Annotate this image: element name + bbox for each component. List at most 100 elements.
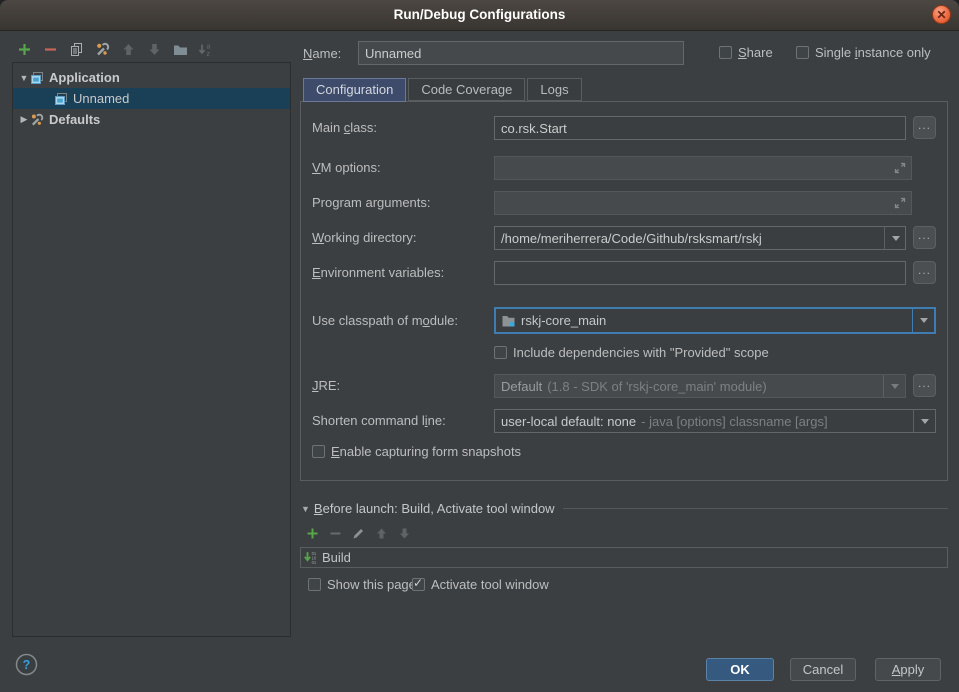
tree-item-unnamed[interactable]: Unnamed [13, 88, 290, 109]
environment-variables-browse-button[interactable]: ... [913, 261, 936, 284]
tree-item-label: Application [49, 70, 120, 85]
vm-options-label: VM options: [312, 160, 381, 175]
classpath-module-dropdown-button[interactable] [912, 309, 934, 332]
svg-text:z: z [207, 51, 211, 58]
working-directory-browse-button[interactable]: ... [913, 226, 936, 249]
show-this-page-option: Show this page [308, 577, 416, 592]
working-directory-combo [494, 226, 906, 250]
application-icon [53, 91, 69, 107]
task-move-down-icon[interactable] [397, 526, 412, 541]
edit-task-icon[interactable] [351, 526, 366, 541]
name-field-wrap [358, 41, 684, 65]
sort-alphabetically-icon[interactable]: az [197, 41, 214, 58]
program-arguments-input[interactable] [494, 191, 912, 215]
jre-label: JRE: [312, 378, 340, 393]
environment-variables-field-wrap [494, 261, 906, 285]
dropdown-arrow-icon [921, 419, 929, 424]
capture-snapshots-checkbox[interactable] [312, 445, 325, 458]
shorten-dropdown-button[interactable] [913, 410, 935, 432]
shorten-value-secondary: - java [options] classname [args] [641, 414, 827, 429]
classpath-module-label: Use classpath of module: [312, 313, 458, 328]
copy-icon[interactable] [68, 41, 85, 58]
single-instance-label: Single instance only [815, 45, 931, 60]
window-title: Run/Debug Configurations [0, 7, 959, 22]
section-divider [563, 508, 948, 509]
single-instance-checkbox[interactable] [796, 46, 809, 59]
tab-configuration[interactable]: Configuration [303, 78, 406, 102]
svg-text:a: a [207, 44, 211, 51]
before-launch-header: ▼ Before launch: Build, Activate tool wi… [301, 501, 948, 516]
working-directory-dropdown-button[interactable] [884, 226, 906, 250]
jre-combo[interactable]: Default (1.8 - SDK of 'rskj-core_main' m… [494, 374, 906, 398]
main-class-label: Main class: [312, 120, 377, 135]
cancel-button[interactable]: Cancel [790, 658, 856, 681]
jre-value-primary: Default [501, 379, 542, 394]
titlebar[interactable]: Run/Debug Configurations [0, 0, 959, 31]
dropdown-arrow-icon [892, 236, 900, 241]
shorten-value-primary: user-local default: none [501, 414, 636, 429]
share-checkbox[interactable] [719, 46, 732, 59]
move-up-icon[interactable] [120, 41, 137, 58]
tree-expanded-icon[interactable]: ▼ [19, 73, 29, 83]
show-this-page-checkbox[interactable] [308, 578, 321, 591]
share-label: Share [738, 45, 773, 60]
activate-tool-window-option: Activate tool window [412, 577, 549, 592]
remove-icon[interactable] [42, 41, 59, 58]
name-label: Name: [303, 46, 341, 61]
tree-item-label: Unnamed [73, 91, 129, 106]
single-instance-option: Single instance only [796, 45, 931, 60]
show-this-page-label: Show this page [327, 577, 416, 592]
close-button[interactable] [932, 5, 951, 24]
vm-options-input[interactable] [494, 156, 912, 180]
tab-code-coverage[interactable]: Code Coverage [408, 78, 525, 101]
help-button[interactable]: ? [15, 653, 38, 676]
jre-browse-button[interactable]: ... [913, 374, 936, 397]
folder-icon[interactable] [172, 41, 189, 58]
working-directory-label: Working directory: [312, 230, 417, 245]
tree-item-application[interactable]: ▼ Application [13, 67, 290, 88]
run-debug-configurations-dialog: Run/Debug Configurations az ▼ Applicatio… [0, 0, 959, 692]
activate-tool-window-checkbox[interactable] [412, 578, 425, 591]
main-class-input[interactable] [494, 116, 906, 140]
jre-value-secondary: (1.8 - SDK of 'rskj-core_main' module) [547, 379, 767, 394]
close-icon [937, 10, 946, 19]
edit-defaults-icon[interactable] [94, 41, 111, 58]
configurations-tree: ▼ Application Unnamed ▶ Defaults [12, 62, 291, 637]
include-provided-label: Include dependencies with "Provided" sco… [513, 345, 769, 360]
configuration-panel: Main class: ... VM options: Program argu… [300, 101, 948, 481]
environment-variables-input[interactable] [494, 261, 906, 285]
ok-button[interactable]: OK [706, 658, 774, 681]
expand-field-icon[interactable] [893, 196, 907, 210]
tab-logs[interactable]: Logs [527, 78, 581, 101]
task-move-up-icon[interactable] [374, 526, 389, 541]
dropdown-arrow-icon [920, 318, 928, 323]
include-provided-checkbox[interactable] [494, 346, 507, 359]
apply-button[interactable]: Apply [875, 658, 941, 681]
shorten-command-line-combo[interactable]: user-local default: none - java [options… [494, 409, 936, 433]
move-down-icon[interactable] [146, 41, 163, 58]
name-input[interactable] [358, 41, 684, 65]
classpath-module-value: rskj-core_main [521, 313, 606, 328]
section-collapse-icon[interactable]: ▼ [301, 504, 310, 514]
jre-dropdown-button[interactable] [883, 375, 905, 397]
classpath-module-combo[interactable]: rskj-core_main [494, 307, 936, 334]
before-launch-label: Before launch: [314, 501, 398, 516]
capture-snapshots-option: Enable capturing form snapshots [312, 444, 521, 459]
main-class-browse-button[interactable]: ... [913, 116, 936, 139]
tree-item-defaults[interactable]: ▶ Defaults [13, 109, 290, 130]
before-launch-task-row[interactable]: 011001 Build [300, 547, 948, 568]
defaults-wrench-icon [29, 112, 45, 128]
tree-item-label: Defaults [49, 112, 100, 127]
build-icon: 011001 [304, 551, 318, 565]
include-provided-option: Include dependencies with "Provided" sco… [494, 345, 769, 360]
tab-bar: Configuration Code Coverage Logs [303, 78, 584, 102]
working-directory-input[interactable] [494, 226, 906, 250]
remove-task-icon[interactable] [328, 526, 343, 541]
expand-field-icon[interactable] [893, 161, 907, 175]
tree-collapsed-icon[interactable]: ▶ [19, 114, 29, 125]
dropdown-arrow-icon [891, 384, 899, 389]
add-task-icon[interactable] [305, 526, 320, 541]
help-icon: ? [15, 653, 38, 676]
before-launch-summary: Build, Activate tool window [398, 501, 555, 516]
add-icon[interactable] [16, 41, 33, 58]
